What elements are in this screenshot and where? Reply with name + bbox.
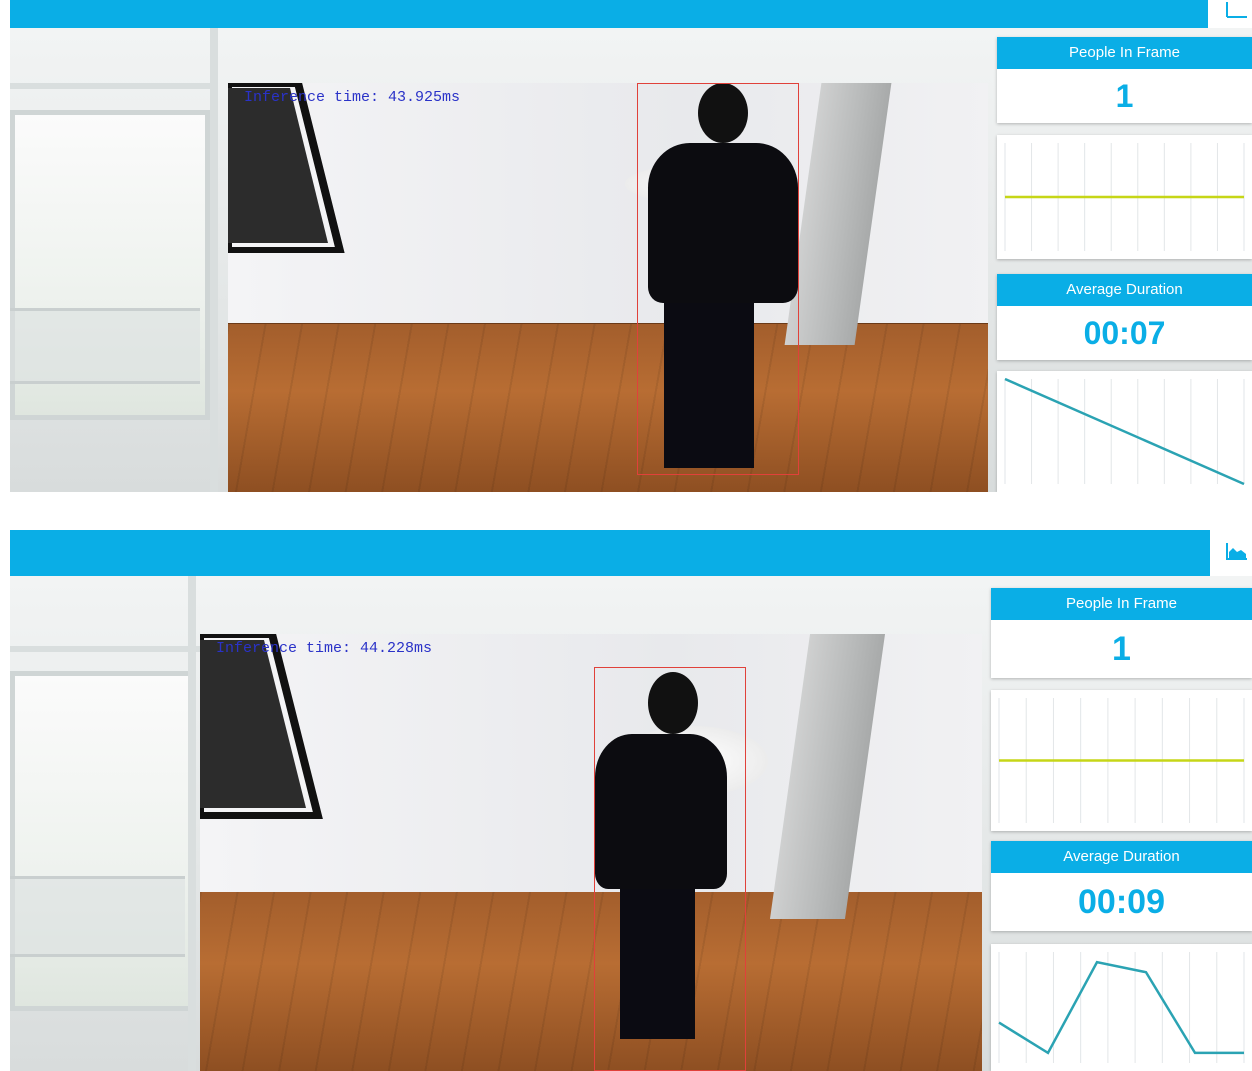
detection-bounding-box: [594, 667, 746, 1071]
inference-time-label: Inference time: 44.228ms: [216, 640, 433, 657]
average-duration-card: Average Duration 00:09: [991, 841, 1252, 931]
average-duration-value: 00:07: [1083, 315, 1166, 351]
people-in-frame-value: 1: [1115, 78, 1134, 114]
app-header-bar: [10, 530, 1210, 576]
video-feed: Inference time: 44.228ms: [200, 634, 982, 1071]
average-duration-value: 00:09: [1078, 883, 1165, 921]
people-in-frame-card: People In Frame 1: [997, 37, 1252, 123]
average-duration-card: Average Duration 00:07: [997, 274, 1252, 360]
graph-series-line: [998, 960, 1244, 1055]
average-duration-graph: [997, 371, 1252, 492]
people-in-frame-value: 1: [1112, 630, 1131, 668]
people-in-frame-card: People In Frame 1: [991, 588, 1252, 678]
area-chart-icon[interactable]: [1226, 0, 1248, 18]
graph-series-line: [1004, 377, 1245, 486]
video-feed: Inference time: 43.925ms: [228, 83, 988, 492]
people-in-frame-label: People In Frame: [991, 588, 1252, 620]
detection-bounding-box: [637, 83, 799, 475]
screenshot-frame-2: Inference time: 44.228ms People In Frame…: [0, 530, 1252, 1071]
average-duration-label: Average Duration: [991, 841, 1252, 873]
people-in-frame-graph: [997, 135, 1252, 259]
screenshot-frame-1: Inference time: 43.925ms People In Frame…: [0, 0, 1252, 492]
average-duration-label: Average Duration: [997, 274, 1252, 306]
app-header-bar: [10, 0, 1208, 28]
people-in-frame-label: People In Frame: [997, 37, 1252, 69]
average-duration-graph: [991, 944, 1252, 1071]
inference-time-label: Inference time: 43.925ms: [244, 89, 461, 106]
people-in-frame-graph: [991, 690, 1252, 831]
area-chart-icon[interactable]: [1226, 542, 1248, 560]
